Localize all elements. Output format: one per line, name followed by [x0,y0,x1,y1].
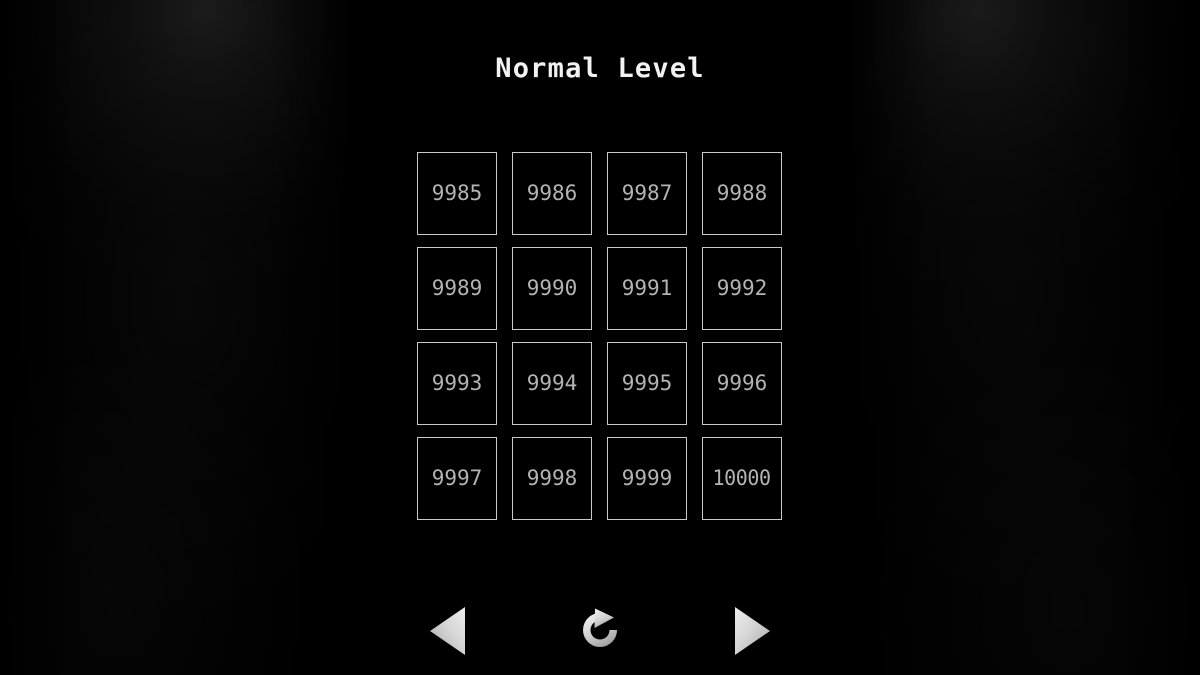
level-cell-9997[interactable]: 9997 [417,437,497,520]
level-number: 9986 [526,181,578,205]
level-number: 9998 [526,466,578,490]
level-cell-10000[interactable]: 10000 [702,437,782,520]
level-number: 10000 [712,466,772,490]
background-glow-right [853,0,1200,675]
level-cell-9991[interactable]: 9991 [607,247,687,330]
level-cell-9995[interactable]: 9995 [607,342,687,425]
level-number: 9997 [431,466,483,490]
previous-page-button[interactable] [413,595,485,667]
level-number: 9996 [716,371,768,395]
level-number: 9994 [526,371,578,395]
page-title: Normal Level [495,53,705,84]
triangle-left-icon [430,607,465,655]
level-number: 9990 [526,276,578,300]
background-vignette-right [853,0,1200,675]
level-grid: 9985 9986 9987 9988 9989 9990 9991 9992 [417,152,783,520]
level-cell-9998[interactable]: 9998 [512,437,592,520]
level-cell-9992[interactable]: 9992 [702,247,782,330]
level-cell-9989[interactable]: 9989 [417,247,497,330]
level-cell-9988[interactable]: 9988 [702,152,782,235]
level-number: 9995 [621,371,673,395]
background-vignette-left [0,0,347,675]
game-panel: Normal Level 9985 9986 9987 9988 9989 99… [347,0,853,675]
level-number: 9992 [716,276,768,300]
level-cell-9996[interactable]: 9996 [702,342,782,425]
triangle-right-icon [735,607,770,655]
game-screen: Normal Level 9985 9986 9987 9988 9989 99… [0,0,1200,675]
level-cell-9999[interactable]: 9999 [607,437,687,520]
level-number: 9991 [621,276,673,300]
refresh-clockwise-icon [583,608,617,647]
letterbox-panel-right [853,0,1200,675]
level-cell-9987[interactable]: 9987 [607,152,687,235]
level-number: 9988 [716,181,768,205]
level-number: 9999 [621,466,673,490]
level-number: 9989 [431,276,483,300]
level-number: 9985 [431,181,483,205]
level-cell-9990[interactable]: 9990 [512,247,592,330]
reset-button[interactable] [564,595,636,667]
level-cell-9994[interactable]: 9994 [512,342,592,425]
level-number: 9987 [621,181,673,205]
next-page-button[interactable] [715,595,787,667]
bottom-navigation [347,595,853,667]
letterbox-panel-left [0,0,347,675]
level-cell-9993[interactable]: 9993 [417,342,497,425]
level-number: 9993 [431,371,483,395]
level-cell-9986[interactable]: 9986 [512,152,592,235]
level-cell-9985[interactable]: 9985 [417,152,497,235]
background-glow-left [0,0,347,675]
